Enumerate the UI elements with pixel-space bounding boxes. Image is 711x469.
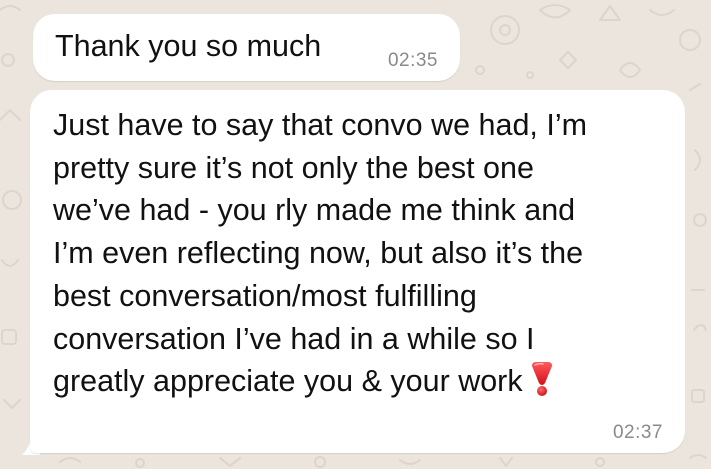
message-bubble[interactable]: Thank you so much 02:35 — [33, 14, 460, 81]
message-body: Just have to say that convo we had, I’m … — [53, 108, 588, 399]
heavy-exclamation-mark-icon — [531, 362, 552, 397]
message-bubble[interactable]: Just have to say that convo we had, I’m … — [30, 90, 685, 453]
message-timestamp: 02:37 — [612, 422, 663, 443]
message-text: Just have to say that convo we had, I’m … — [53, 104, 587, 403]
message-timestamp: 02:35 — [387, 50, 438, 71]
message-text: Thank you so much — [55, 29, 322, 63]
